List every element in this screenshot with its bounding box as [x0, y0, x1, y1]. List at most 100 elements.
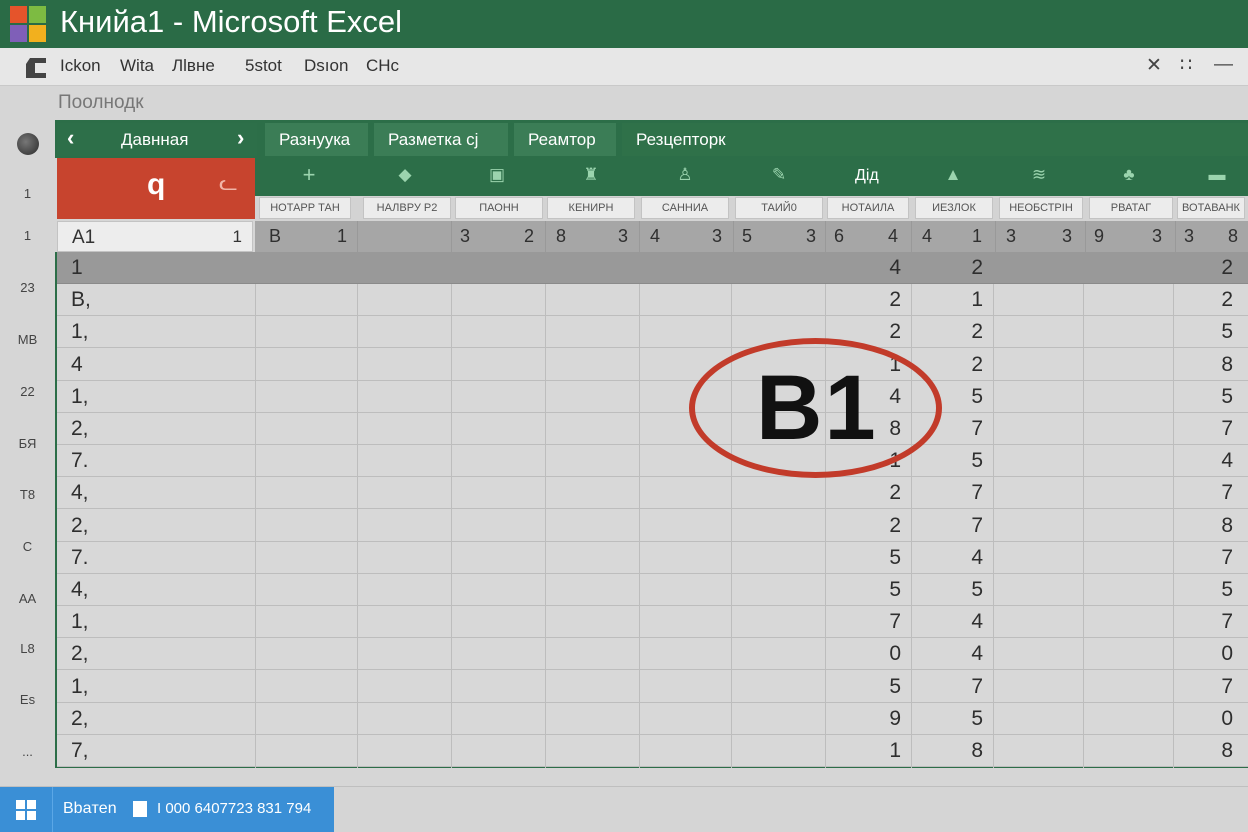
column-header[interactable]: НАЛВРУ P2	[363, 197, 451, 219]
value-cell[interactable]: 5	[1193, 578, 1233, 602]
row-label-cell[interactable]: 1,	[71, 385, 89, 409]
header-cell[interactable]: 64	[825, 221, 911, 252]
row-label-cell[interactable]: 2,	[71, 642, 89, 666]
chevron-left-icon[interactable]: ‹	[67, 121, 74, 154]
column-header[interactable]: ПАОНН	[455, 197, 543, 219]
tab-formulas[interactable]: Реaмтор	[514, 123, 616, 156]
more-icon[interactable]: ∷	[1180, 54, 1192, 77]
table-row[interactable]: 7, 1 8 8	[57, 735, 1248, 767]
spreadsheet-grid[interactable]: 1 4 2 2 B, 2 1 2 1, 2 2 5 4 1 2 8 1, 4 5 5 2, 8 7 7 7. 1 5 4 4, 2 7 7 2,…	[55, 252, 1248, 768]
value-cell[interactable]: 0	[861, 642, 901, 666]
app-menu-icon[interactable]	[26, 58, 46, 78]
minimize-icon[interactable]: —	[1214, 54, 1233, 76]
value-cell[interactable]: 2	[861, 514, 901, 538]
diamond-icon[interactable]: ◆	[395, 165, 415, 185]
shirt-icon[interactable]: ♣	[1119, 165, 1139, 185]
header-cell[interactable]: 93	[1085, 221, 1175, 252]
column-header[interactable]: НЕОБСТРІН	[999, 197, 1083, 219]
value-cell[interactable]: 2	[1193, 256, 1233, 280]
table-row[interactable]: 2, 0 4 0	[57, 638, 1248, 671]
value-cell[interactable]: 7	[943, 417, 983, 441]
header-cell[interactable]: 53	[733, 221, 825, 252]
row-label-cell[interactable]: 4	[71, 353, 83, 377]
value-cell[interactable]: 5	[943, 578, 983, 602]
header-cell[interactable]: 83	[545, 221, 639, 252]
table-row[interactable]: 4, 5 5 5	[57, 574, 1248, 606]
rectangle-icon[interactable]: ▬	[1207, 165, 1227, 185]
value-cell[interactable]: 2	[861, 320, 901, 344]
ribbon-label[interactable]: Дід	[855, 167, 879, 185]
header-cell[interactable]: 33	[995, 221, 1085, 252]
add-icon[interactable]: +	[299, 162, 319, 187]
chevron-right-icon[interactable]: ›	[237, 121, 244, 154]
value-cell[interactable]: 2	[943, 353, 983, 377]
header-cell[interactable]: 41	[911, 221, 995, 252]
menu-item-wita[interactable]: Wita	[120, 56, 154, 76]
value-cell[interactable]: 5	[943, 707, 983, 731]
value-cell[interactable]: 2	[861, 288, 901, 312]
value-cell[interactable]: 4	[861, 256, 901, 280]
tab-home[interactable]: ‹ Давнная ›	[57, 123, 257, 156]
header-cell[interactable]: 38	[1175, 221, 1248, 252]
row-label-cell[interactable]: 7,	[71, 739, 89, 763]
row-label-cell[interactable]: 7.	[71, 449, 89, 473]
menu-item-chc[interactable]: CHc	[366, 56, 399, 76]
table-row[interactable]: 2, 2 7 8	[57, 510, 1248, 542]
table-row[interactable]: 1, 2 2 5	[57, 316, 1248, 349]
tab-page-layout[interactable]: Разметка cj	[374, 123, 508, 156]
record-icon[interactable]	[17, 133, 39, 155]
table-row[interactable]: B, 2 1 2	[57, 284, 1248, 317]
menu-item-lvne[interactable]: Лlвне	[172, 56, 215, 76]
value-cell[interactable]: 4	[943, 642, 983, 666]
row-label-cell[interactable]: 7.	[71, 546, 89, 570]
header-cell[interactable]: B1	[255, 221, 357, 252]
value-cell[interactable]: 7	[943, 675, 983, 699]
tab-review[interactable]: Резцепторк	[622, 123, 1248, 156]
close-icon[interactable]: ✕	[1146, 54, 1162, 77]
value-cell[interactable]: 5	[1193, 320, 1233, 344]
column-header[interactable]: НОТАИЛА	[827, 197, 909, 219]
column-header[interactable]: САННИА	[641, 197, 729, 219]
row-label-cell[interactable]: 4,	[71, 481, 89, 505]
value-cell[interactable]: 8	[1193, 739, 1233, 763]
table-row[interactable]: 7. 1 5 4	[57, 445, 1248, 478]
value-cell[interactable]: 4	[1193, 449, 1233, 473]
tab-insert[interactable]: Разнyукa	[265, 123, 368, 156]
value-cell[interactable]: 7	[1193, 546, 1233, 570]
value-cell[interactable]: 5	[861, 546, 901, 570]
value-cell[interactable]: 7	[943, 481, 983, 505]
table-row[interactable]: 2, 9 5 0	[57, 703, 1248, 735]
chart-icon[interactable]: ▲	[943, 165, 963, 185]
value-cell[interactable]: 8	[1193, 353, 1233, 377]
menu-item-5stot[interactable]: 5stot	[245, 56, 282, 76]
stamp-icon[interactable]: ♜	[581, 165, 601, 185]
table-row[interactable]: 1, 7 4 7	[57, 606, 1248, 639]
value-cell[interactable]: 7	[861, 610, 901, 634]
value-cell[interactable]: 9	[861, 707, 901, 731]
column-header[interactable]: НОТАРР ТАН	[259, 197, 351, 219]
table-row[interactable]: 1 4 2 2	[57, 252, 1248, 284]
table-row[interactable]: 2, 8 7 7	[57, 413, 1248, 445]
value-cell[interactable]: 7	[1193, 675, 1233, 699]
value-cell[interactable]: 7	[1193, 417, 1233, 441]
table-row[interactable]: 1, 4 5 5	[57, 381, 1248, 413]
value-cell[interactable]: 8	[1193, 514, 1233, 538]
header-cell[interactable]: 43	[639, 221, 733, 252]
value-cell[interactable]: 7	[1193, 610, 1233, 634]
value-cell[interactable]: 0	[1193, 642, 1233, 666]
row-label-cell[interactable]: 2,	[71, 417, 89, 441]
table-row[interactable]: 4128	[57, 349, 1248, 381]
start-button[interactable]	[0, 787, 52, 832]
menu-item-icon[interactable]: Ickon	[60, 56, 101, 76]
row-label-cell[interactable]: 1,	[71, 610, 89, 634]
value-cell[interactable]: 2	[943, 256, 983, 280]
row-label-cell[interactable]: B,	[71, 288, 91, 312]
row-label-cell[interactable]: 1,	[71, 675, 89, 699]
table-row[interactable]: 1, 5 7 7	[57, 671, 1248, 703]
column-header[interactable]: ИЕЗЛОК	[915, 197, 993, 219]
value-cell[interactable]: 5	[943, 449, 983, 473]
value-cell[interactable]: 5	[943, 385, 983, 409]
row-label-cell[interactable]: 1	[71, 256, 83, 280]
value-cell[interactable]: 2	[943, 320, 983, 344]
value-cell[interactable]: 5	[861, 578, 901, 602]
